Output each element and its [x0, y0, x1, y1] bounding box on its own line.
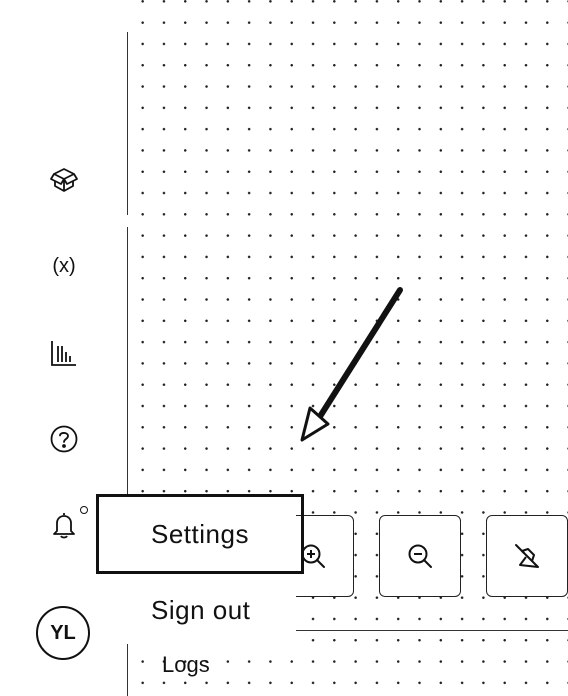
menu-item-settings[interactable]: Settings [96, 494, 304, 574]
menu-item-logs[interactable]: Logs [162, 654, 210, 682]
sidebar-item-help[interactable] [44, 419, 84, 459]
sidebar-divider-gap [125, 215, 130, 227]
avatar-initials: YL [50, 621, 76, 644]
help-icon [50, 425, 78, 453]
pointer-arrow-annotation [300, 287, 403, 442]
menu-item-label: Sign out [151, 594, 251, 625]
canvas-toolbar-divider [296, 630, 568, 631]
avatar[interactable]: YL [36, 606, 90, 660]
zoom-out-button[interactable] [379, 515, 461, 597]
package-icon [50, 168, 78, 192]
sidebar-item-charts[interactable] [44, 333, 84, 373]
clear-canvas-button[interactable] [486, 515, 568, 597]
broom-icon [515, 544, 539, 568]
bar-chart-icon [51, 341, 76, 366]
sidebar-item-notifications[interactable] [44, 505, 84, 545]
menu-item-label: Settings [151, 518, 249, 549]
variable-icon: (x) [52, 254, 76, 277]
bell-icon [53, 513, 75, 539]
zoom-out-icon [408, 544, 432, 568]
menu-item-label: Logs [162, 654, 210, 677]
menu-item-sign-out[interactable]: Sign out [96, 570, 304, 650]
sidebar-item-packages[interactable] [44, 160, 84, 200]
notification-badge-dot [80, 506, 88, 514]
sidebar-item-variables[interactable]: (x) [44, 246, 84, 286]
